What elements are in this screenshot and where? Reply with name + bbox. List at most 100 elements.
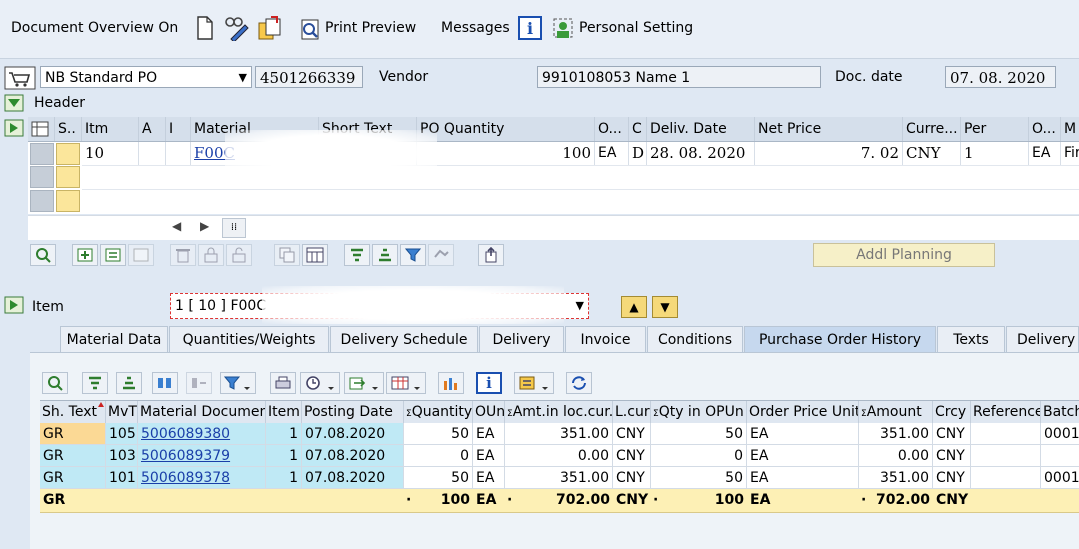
col-batch[interactable]: Batch <box>1041 401 1079 423</box>
previous-item-icon[interactable]: ▲ <box>621 296 647 318</box>
po-quantity-cell[interactable]: 100 <box>417 142 595 165</box>
item-category-cell[interactable] <box>166 142 191 165</box>
posting-date-cell[interactable]: 07.08.2020 <box>302 423 404 445</box>
amount-cell[interactable]: 351.00 <box>859 467 933 489</box>
currency-cell[interactable]: CNY <box>933 445 971 467</box>
document-type-select[interactable]: NB Standard PO ▼ <box>40 66 252 88</box>
total-quantity-cell[interactable]: 100 <box>416 489 473 511</box>
tab-delivery-address[interactable]: Delivery A <box>1006 326 1079 352</box>
col-movement-type[interactable]: MvT <box>106 401 138 423</box>
sort-ascending-icon[interactable] <box>82 372 108 394</box>
print-preview-button[interactable]: Print Preview <box>325 20 416 36</box>
col-material-document[interactable]: Material Document <box>138 401 266 423</box>
sh-text-cell[interactable]: GR <box>40 467 106 489</box>
material-document-link[interactable]: 5006089378 <box>138 467 266 489</box>
reference-cell[interactable] <box>971 467 1041 489</box>
per-cell[interactable]: 1 <box>961 142 1029 165</box>
other-document-icon[interactable] <box>256 14 284 42</box>
sh-text-cell[interactable]: GR <box>40 423 106 445</box>
messages-button[interactable]: Messages <box>441 20 510 36</box>
grid-settings-icon[interactable] <box>28 117 55 141</box>
tab-material-data[interactable]: Material Data <box>60 326 168 352</box>
column-config-icon[interactable]: ⁞⁞ <box>222 218 246 238</box>
amount-cell[interactable]: 351.00 <box>859 423 933 445</box>
scroll-left-icon[interactable]: ◀ <box>172 219 181 233</box>
local-currency-cell[interactable]: CNY <box>613 423 651 445</box>
col-posting-date[interactable]: Posting Date <box>302 401 404 423</box>
chevron-down-icon[interactable]: ▼ <box>576 294 584 318</box>
col-quantity[interactable]: ΣQuantity <box>404 401 473 423</box>
scroll-right-icon[interactable]: ▶ <box>200 219 209 233</box>
col-order-price-unit[interactable]: Order Price Unit <box>747 401 859 423</box>
qty-opun-cell[interactable]: 50 <box>651 467 747 489</box>
refresh-icon[interactable] <box>566 372 592 394</box>
row-status-cell[interactable] <box>56 166 80 188</box>
total-qty-opun-cell[interactable]: 100 <box>663 489 747 511</box>
vendor-field[interactable]: 9910108053 Name 1 <box>537 66 821 88</box>
tab-delivery-schedule[interactable]: Delivery Schedule <box>330 326 478 352</box>
copy-icon[interactable] <box>274 244 300 266</box>
amount-local-cell[interactable]: 0.00 <box>505 445 613 467</box>
export-icon[interactable] <box>344 372 384 394</box>
total-amount-local-cell[interactable]: 702.00 <box>517 489 613 511</box>
sh-text-cell[interactable]: GR <box>40 445 106 467</box>
expand-header-icon[interactable] <box>3 93 25 113</box>
document-overview-button[interactable]: Document Overview On <box>11 20 178 36</box>
date-category-cell[interactable]: D <box>629 142 647 165</box>
col-currency[interactable]: Curre... <box>903 117 961 141</box>
batch-cell[interactable]: 00011 <box>1041 423 1079 445</box>
doc-date-field[interactable]: 07. 08. 2020 <box>945 66 1056 88</box>
col-per[interactable]: Per <box>961 117 1029 141</box>
tab-quantities-weights[interactable]: Quantities/Weights <box>169 326 329 352</box>
local-currency-cell[interactable]: CNY <box>613 445 651 467</box>
item-cell[interactable]: 1 <box>266 423 302 445</box>
col-delivery-date[interactable]: Deliv. Date <box>647 117 755 141</box>
chevron-down-icon[interactable]: ▼ <box>239 67 247 87</box>
col-date-category[interactable]: C <box>629 117 647 141</box>
paste-row-icon[interactable] <box>128 244 154 266</box>
col-qty-opun[interactable]: ΣQty in OPUn <box>651 401 747 423</box>
posting-date-cell[interactable]: 07.08.2020 <box>302 445 404 467</box>
print-preview-icon[interactable] <box>298 16 324 42</box>
display-change-icon[interactable] <box>222 14 252 42</box>
row-status-cell[interactable] <box>56 190 80 212</box>
delivery-date-cell[interactable]: 28. 08. 2020 <box>647 142 755 165</box>
find-icon[interactable] <box>152 372 178 394</box>
total-amount-cell[interactable]: 702.00 <box>871 489 933 511</box>
currency-cell[interactable]: CNY <box>933 467 971 489</box>
col-local-currency[interactable]: L.cur <box>613 401 651 423</box>
layout-icon[interactable] <box>386 372 426 394</box>
col-currency[interactable]: Crcy <box>933 401 971 423</box>
po-number-field[interactable]: 4501266339 <box>255 66 363 88</box>
change-layout-icon[interactable] <box>514 372 554 394</box>
personal-setting-button[interactable]: Personal Setting <box>579 20 693 36</box>
personal-setting-icon[interactable] <box>551 16 577 42</box>
total-local-currency-cell[interactable]: CNY <box>613 489 651 511</box>
row-status-cell[interactable] <box>56 143 80 165</box>
oun-cell[interactable]: EA <box>473 445 505 467</box>
col-status[interactable]: S.. <box>55 117 82 141</box>
col-order-unit[interactable]: OUn <box>473 401 505 423</box>
tab-delivery[interactable]: Delivery <box>479 326 564 352</box>
tab-conditions[interactable]: Conditions <box>647 326 743 352</box>
export-icon[interactable] <box>478 244 504 266</box>
amount-local-cell[interactable]: 351.00 <box>505 423 613 445</box>
collapse-items-icon[interactable] <box>3 118 25 138</box>
next-item-icon[interactable]: ▼ <box>652 296 678 318</box>
item-number-cell[interactable]: 10 <box>82 142 139 165</box>
currency-cell[interactable]: CNY <box>903 142 961 165</box>
col-po-quantity[interactable]: PO Quantity <box>417 117 595 141</box>
material-document-link[interactable]: 5006089379 <box>138 445 266 467</box>
filter-icon[interactable] <box>220 372 256 394</box>
total-oun-cell[interactable]: EA <box>473 489 505 511</box>
quantity-cell[interactable]: 50 <box>404 423 473 445</box>
reference-cell[interactable] <box>971 423 1041 445</box>
amount-cell[interactable]: 0.00 <box>859 445 933 467</box>
batch-cell[interactable] <box>1041 445 1079 467</box>
new-document-icon[interactable] <box>194 14 216 42</box>
filter-icon[interactable] <box>400 244 426 266</box>
col-amount-local[interactable]: ΣAmt.in loc.cur. <box>505 401 613 423</box>
info-icon[interactable]: i <box>476 372 502 394</box>
posting-date-cell[interactable]: 07.08.2020 <box>302 467 404 489</box>
local-currency-cell[interactable]: CNY <box>613 467 651 489</box>
